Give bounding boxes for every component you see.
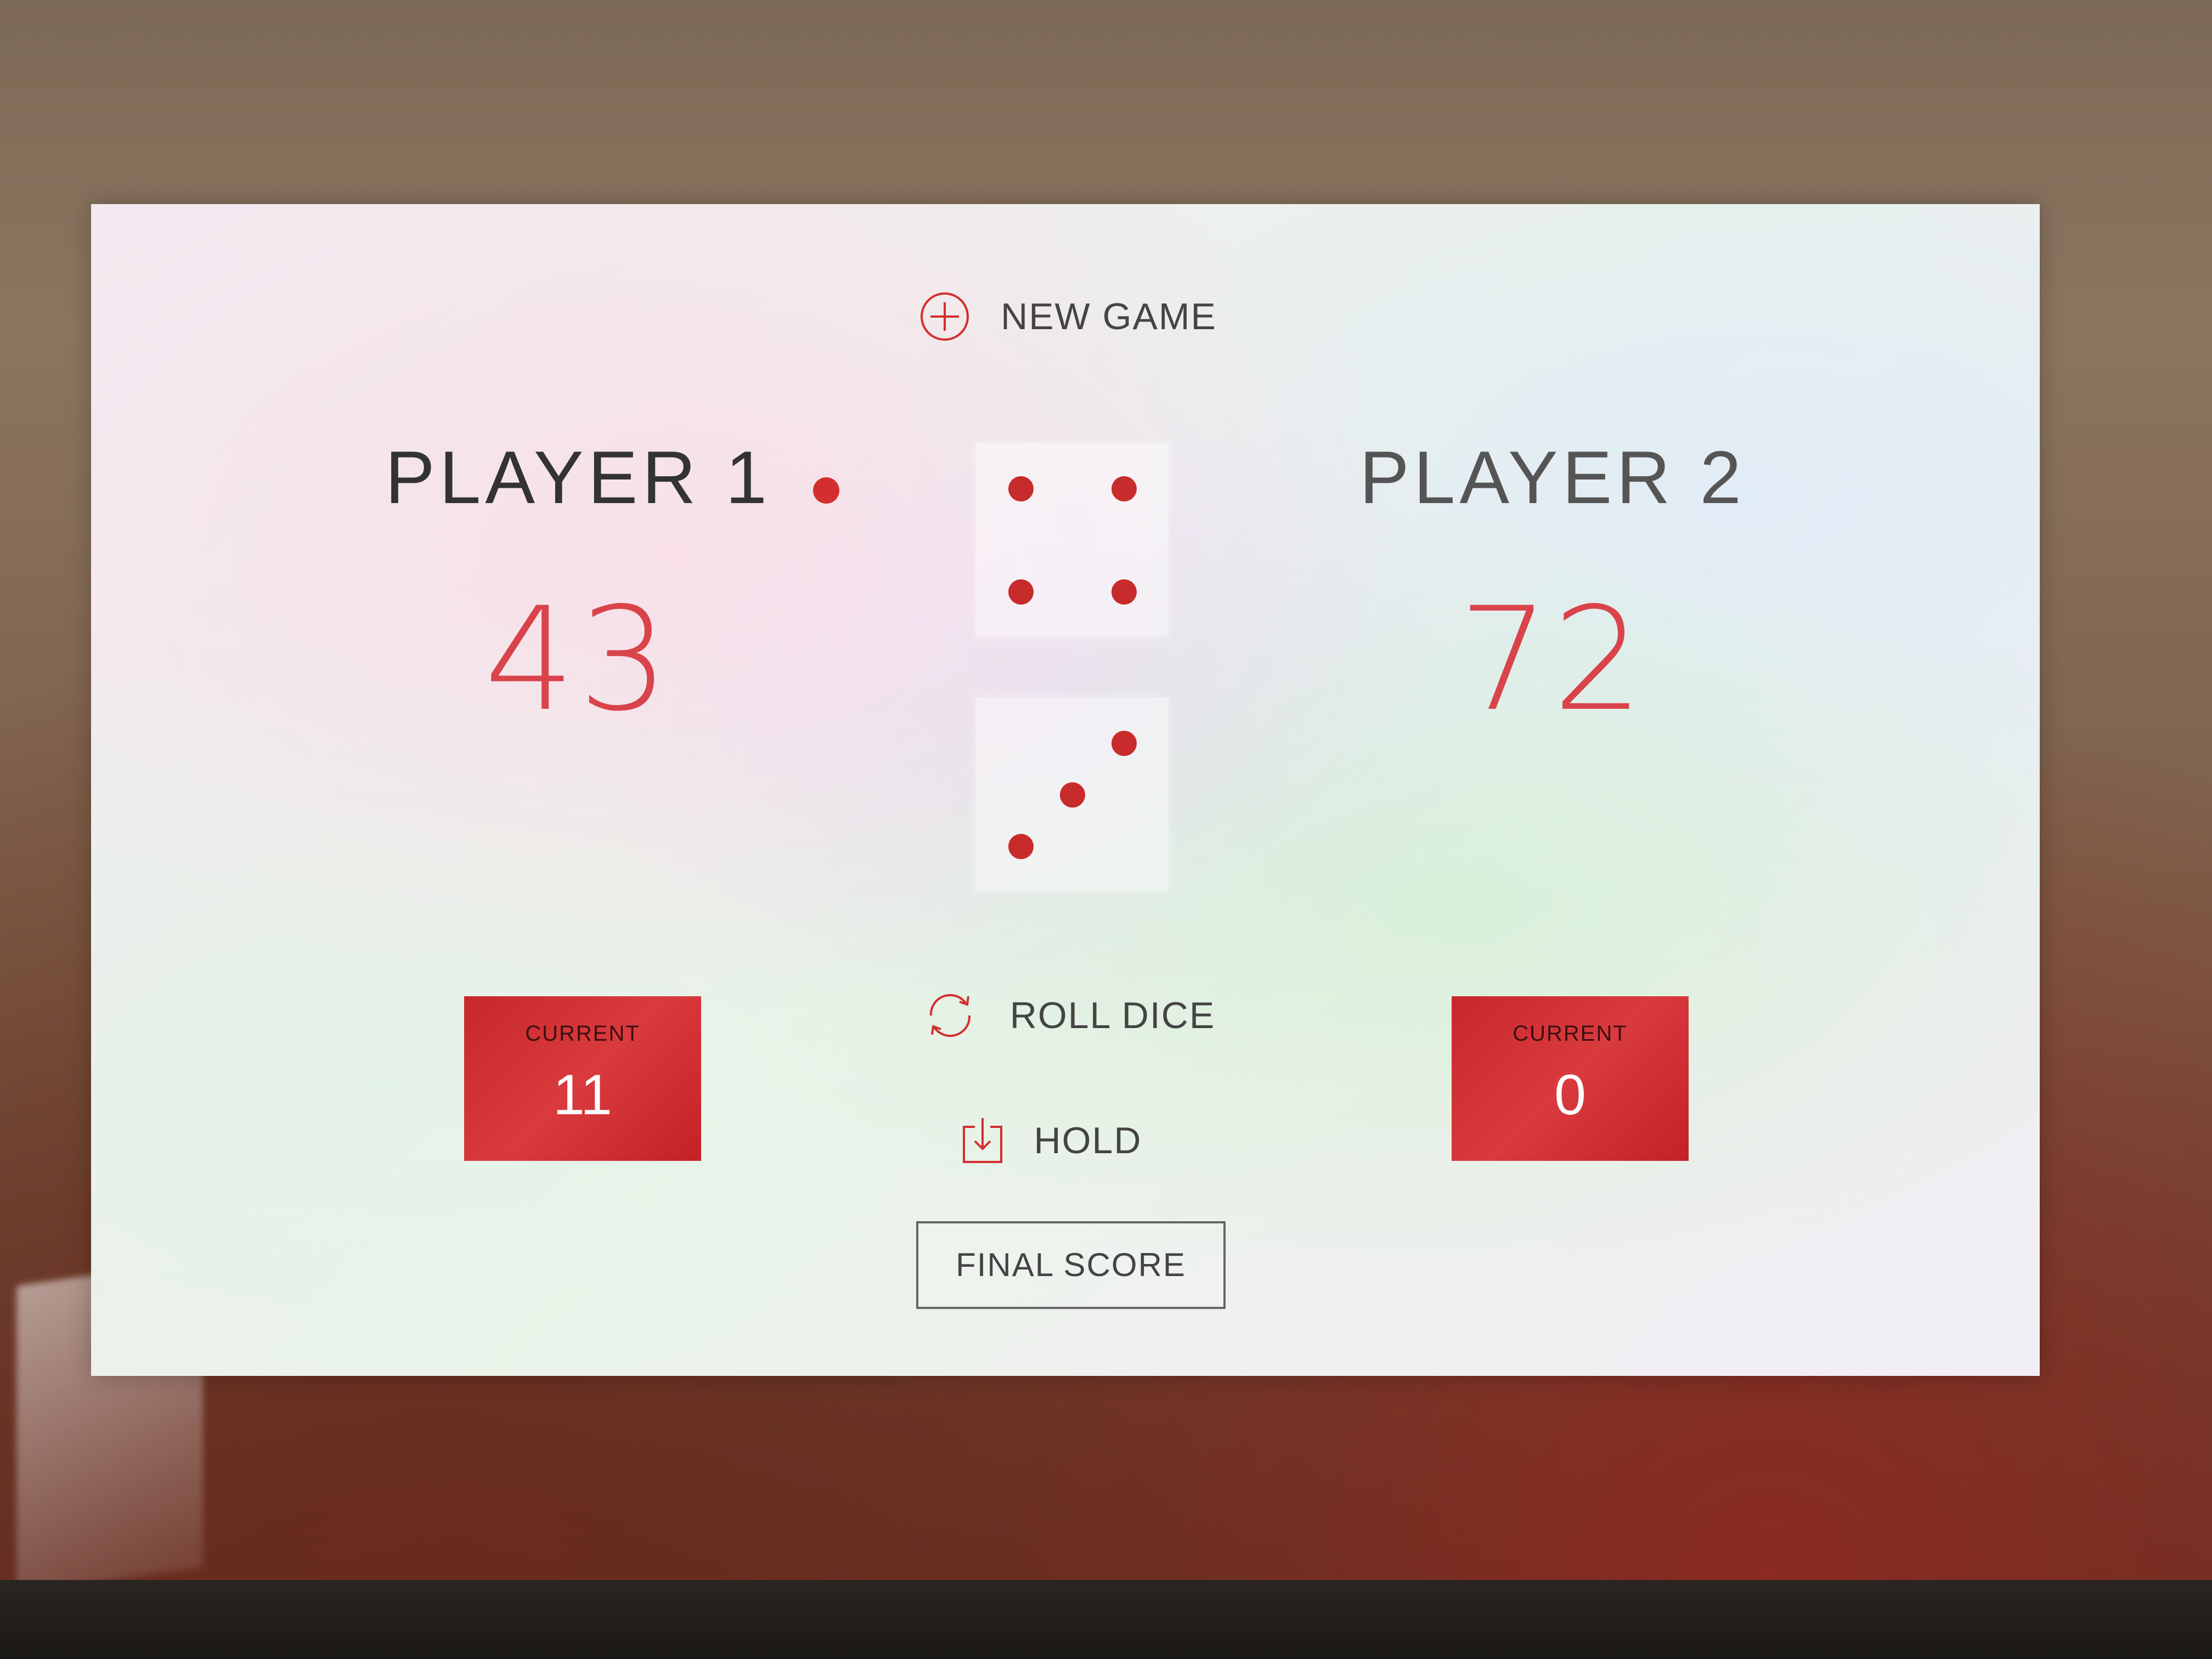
dice-pip xyxy=(1111,731,1137,756)
game-board: PLAYER 1 43 CURRENT 11 PLAYER 2 72 CURRE… xyxy=(91,204,2040,1376)
refresh-icon xyxy=(920,985,980,1046)
dice-pip xyxy=(1111,476,1137,501)
new-game-button[interactable]: NEW GAME xyxy=(914,286,1221,347)
player-2-panel: PLAYER 2 72 CURRENT 0 xyxy=(1065,204,2040,1376)
new-game-label: NEW GAME xyxy=(1001,296,1217,337)
player-1-current-label: CURRENT xyxy=(525,1022,640,1046)
player-1-current-score: 11 xyxy=(553,1063,612,1127)
monitor-bezel xyxy=(0,1580,2212,1659)
roll-dice-label: ROLL DICE xyxy=(1009,995,1216,1036)
dice-pip xyxy=(1008,476,1034,501)
roll-dice-button[interactable]: ROLL DICE xyxy=(914,985,1221,1046)
plus-circle-icon xyxy=(918,290,971,343)
dice-pip xyxy=(1008,579,1034,605)
dice-2 xyxy=(975,698,1169,891)
player-2-name: PLAYER 2 xyxy=(1359,436,1746,519)
hold-button[interactable]: HOLD xyxy=(936,1110,1166,1171)
player-1-panel: PLAYER 1 43 CURRENT 11 xyxy=(91,204,1065,1376)
dice-1 xyxy=(975,443,1169,636)
player-2-score: 72 xyxy=(1458,577,1647,743)
player-2-current-score: 0 xyxy=(1554,1063,1586,1127)
dice-pip xyxy=(1008,834,1034,859)
dice-pip xyxy=(1111,579,1137,605)
hold-label: HOLD xyxy=(1034,1120,1142,1161)
player-2-current-label: CURRENT xyxy=(1513,1022,1628,1046)
download-icon xyxy=(961,1116,1005,1165)
player-2-current-box: CURRENT 0 xyxy=(1452,996,1689,1161)
active-player-dot-icon xyxy=(813,477,839,504)
dice-pip xyxy=(1060,782,1085,808)
final-score-input[interactable]: FINAL SCORE xyxy=(916,1221,1226,1309)
player-1-score: 43 xyxy=(484,577,673,743)
player-1-current-box: CURRENT 11 xyxy=(464,996,701,1161)
player-1-name: PLAYER 1 xyxy=(385,436,772,519)
